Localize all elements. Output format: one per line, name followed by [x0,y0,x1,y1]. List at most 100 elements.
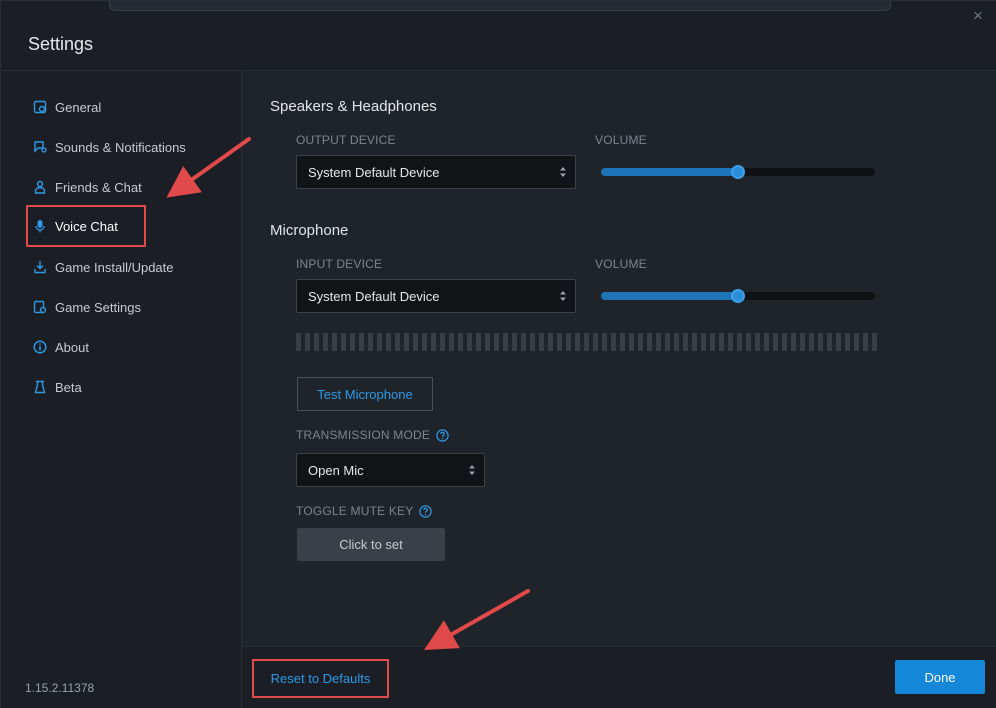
sidebar-item-label: Sounds & Notifications [55,139,186,155]
meter-bar [629,333,634,351]
sidebar-item-label: Friends & Chat [55,179,142,195]
meter-bar [773,333,778,351]
mic-level-meter [296,333,882,351]
meter-bar [836,333,841,351]
meter-bar [827,333,832,351]
version-label: 1.15.2.11378 [25,681,95,695]
updown-arrows-icon [559,165,567,179]
close-icon[interactable]: × [967,5,989,27]
mic-volume-slider[interactable] [601,289,875,303]
sidebar-item-voice-chat[interactable]: Voice Chat [26,205,146,247]
settings-window: Settings × General Sounds & Notification… [0,0,996,708]
input-device-value: System Default Device [308,288,440,304]
meter-bar [854,333,859,351]
speaker-volume-thumb[interactable] [731,165,745,179]
test-microphone-button[interactable]: Test Microphone [297,377,433,411]
meter-bar [800,333,805,351]
bell-icon [33,140,47,154]
help-icon[interactable] [436,428,449,442]
download-icon [33,260,47,274]
meter-bar [368,333,373,351]
reset-to-defaults-link[interactable]: Reset to Defaults [252,659,389,698]
mic-volume-thumb[interactable] [731,289,745,303]
meter-bar [323,333,328,351]
meter-bar [674,333,679,351]
meter-bar [458,333,463,351]
toggle-mute-key-label: TOGGLE MUTE KEY [296,504,433,518]
meter-bar [872,333,877,351]
transmission-mode-text: TRANSMISSION MODE [296,428,431,442]
speaker-volume-label: VOLUME [595,133,647,147]
input-device-select[interactable]: System Default Device [296,279,576,313]
meter-bar [512,333,517,351]
meter-bar [332,333,337,351]
meter-bar [656,333,661,351]
meter-bar [449,333,454,351]
meter-bar [611,333,616,351]
sidebar-item-sounds[interactable]: Sounds & Notifications [28,128,218,166]
meter-bar [539,333,544,351]
speaker-volume-fill [601,168,738,176]
sidebar-item-beta[interactable]: Beta [28,368,218,406]
top-tab-strip [109,1,891,11]
output-device-label: OUTPUT DEVICE [296,133,396,147]
sidebar-item-game-install[interactable]: Game Install/Update [28,248,218,286]
meter-bar [395,333,400,351]
meter-bar [809,333,814,351]
flask-icon [33,380,47,394]
transmission-mode-label: TRANSMISSION MODE [296,428,449,442]
help-icon[interactable] [419,504,433,518]
microphone-icon [33,219,47,233]
mic-volume-fill [601,292,738,300]
meter-bar [647,333,652,351]
meter-bar [683,333,688,351]
sidebar-item-label: General [55,99,102,115]
done-button[interactable]: Done [895,660,985,694]
meter-bar [593,333,598,351]
meter-bar [404,333,409,351]
meter-bar [755,333,760,351]
toggle-mute-key-text: TOGGLE MUTE KEY [296,504,414,518]
meter-bar [350,333,355,351]
info-icon [33,340,47,354]
sidebar-item-about[interactable]: About [28,328,218,366]
meter-bar [305,333,310,351]
meter-bar [494,333,499,351]
meter-bar [620,333,625,351]
updown-arrows-icon [559,289,567,303]
meter-bar [314,333,319,351]
meter-bar [845,333,850,351]
meter-bar [548,333,553,351]
meter-bar [476,333,481,351]
gear-icon [33,100,47,114]
meter-bar [386,333,391,351]
transmission-mode-select[interactable]: Open Mic [296,453,485,487]
output-device-value: System Default Device [308,164,440,180]
meter-bar [719,333,724,351]
speaker-volume-slider[interactable] [601,165,875,179]
meter-bar [764,333,769,351]
meter-bar [746,333,751,351]
sidebar-item-friends[interactable]: Friends & Chat [28,168,218,206]
sidebar-item-general[interactable]: General [28,88,218,126]
meter-bar [530,333,535,351]
meter-bar [665,333,670,351]
microphone-section-title: Microphone [270,222,349,239]
meter-bar [701,333,706,351]
meter-bar [341,333,346,351]
set-mute-key-button[interactable]: Click to set [297,528,445,561]
meter-bar [557,333,562,351]
output-device-select[interactable]: System Default Device [296,155,576,189]
input-device-label: INPUT DEVICE [296,257,383,271]
meter-bar [503,333,508,351]
sidebar-item-label: Voice Chat [55,218,118,234]
meter-bar [377,333,382,351]
meter-bar [863,333,868,351]
gamepad-icon [33,300,47,314]
sidebar: General Sounds & Notifications Friends &… [1,71,242,708]
window-title: Settings [28,34,94,54]
meter-bar [467,333,472,351]
meter-bar [584,333,589,351]
title-bar: Settings × [1,1,996,71]
sidebar-item-game-settings[interactable]: Game Settings [28,288,218,326]
